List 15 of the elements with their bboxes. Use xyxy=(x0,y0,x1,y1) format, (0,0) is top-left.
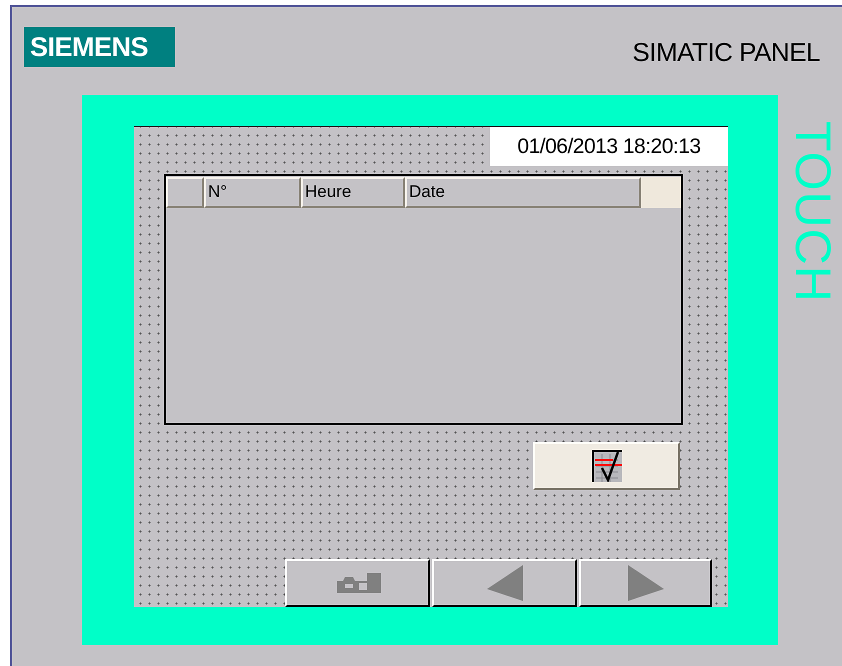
column-header: Date xyxy=(405,177,641,208)
right-triangle-icon xyxy=(626,563,666,603)
date-time-display: 01/06/2013 18:20:13 xyxy=(490,127,728,166)
header-filler xyxy=(641,177,681,208)
panel-title: SIMATIC PANEL xyxy=(632,37,820,68)
column-header: Heure xyxy=(301,177,405,208)
display-button[interactable] xyxy=(285,559,430,607)
touch-label: TOUCH xyxy=(790,121,836,303)
checklist-icon xyxy=(592,450,622,482)
previous-button[interactable] xyxy=(432,559,577,607)
column-header: N° xyxy=(204,177,301,208)
brand-logo: SIEMENS xyxy=(24,27,175,67)
next-button[interactable] xyxy=(579,559,712,607)
acknowledge-button[interactable] xyxy=(533,442,680,490)
left-triangle-icon xyxy=(484,563,524,603)
